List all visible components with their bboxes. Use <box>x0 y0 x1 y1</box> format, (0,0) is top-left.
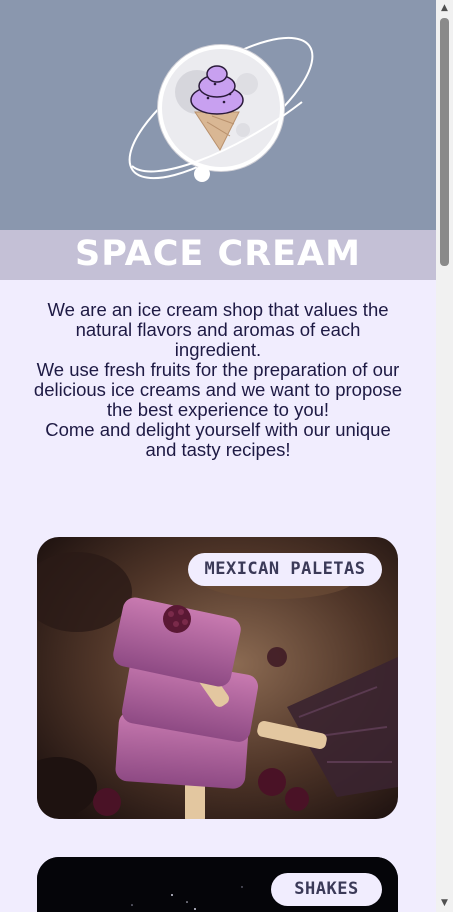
about-text: We are an ice cream shop that values the… <box>30 300 406 460</box>
scroll-up-arrow-icon[interactable]: ▲ <box>436 0 453 17</box>
page: SPACE CREAM We are an ice cream shop tha… <box>0 0 436 912</box>
space-cream-logo <box>128 36 314 182</box>
hero-banner <box>0 0 436 230</box>
berry-icon <box>163 605 191 633</box>
scroll-down-arrow-icon[interactable]: ▼ <box>436 895 453 912</box>
about-paragraph: We use fresh fruits for the preparation … <box>33 359 403 420</box>
scrollbar-thumb[interactable] <box>440 18 449 266</box>
about-paragraph: We are an ice cream shop that values the… <box>47 299 389 360</box>
product-label-mexican-paletas[interactable]: MEXICAN PALETAS <box>188 553 382 586</box>
product-card-mexican-paletas[interactable]: MEXICAN PALETAS <box>37 537 398 819</box>
product-card-shakes[interactable]: SHAKES <box>37 857 398 912</box>
page-title: SPACE CREAM <box>75 234 361 274</box>
vertical-scrollbar[interactable]: ▲ ▼ <box>436 0 453 912</box>
about-paragraph: Come and delight yourself with our uniqu… <box>45 419 391 460</box>
product-label-shakes[interactable]: SHAKES <box>271 873 382 906</box>
